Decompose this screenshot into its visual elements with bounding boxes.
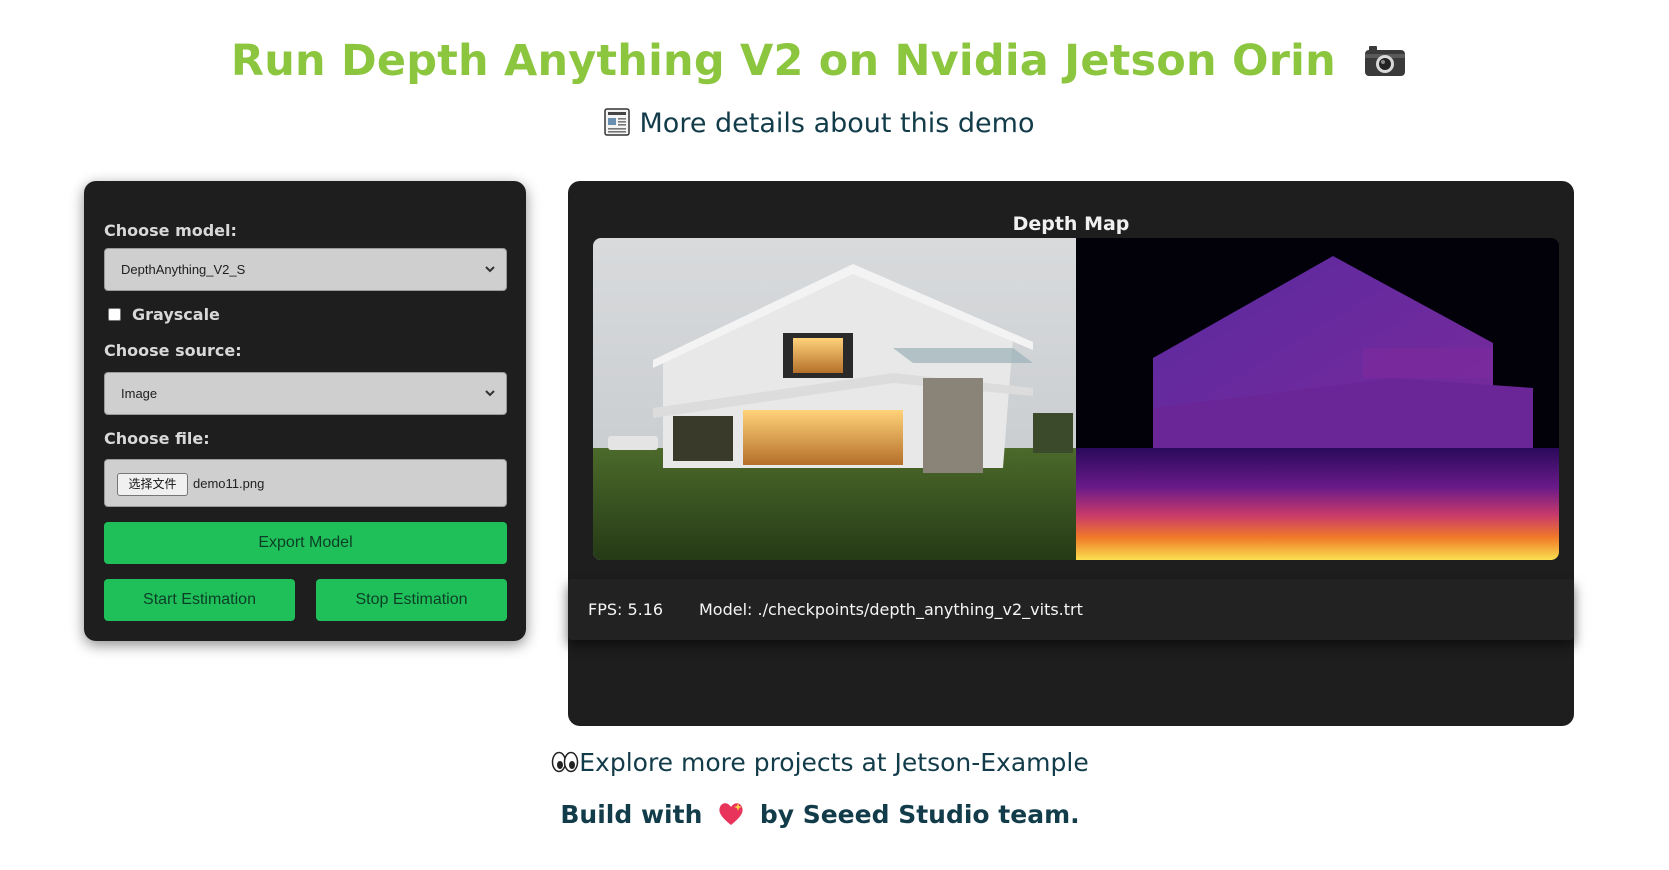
model-label: Choose model: xyxy=(104,221,237,240)
details-link[interactable]: More details about this demo xyxy=(0,108,1638,143)
file-label: Choose file: xyxy=(104,429,210,448)
depth-map-title: Depth Map xyxy=(1012,213,1130,235)
depth-viewer: Depth Map FPS: 5.16 Model: ./checkpoints… xyxy=(568,181,1574,726)
source-select[interactable]: Image xyxy=(104,372,507,415)
model-select[interactable]: DepthAnything_V2_S xyxy=(104,248,507,291)
depth-output-image xyxy=(593,238,1559,560)
source-select-value: Image xyxy=(121,386,158,401)
details-link-text[interactable]: More details about this demo xyxy=(640,108,1035,139)
camera-icon xyxy=(1363,39,1407,89)
model-path: Model: ./checkpoints/depth_anything_v2_v… xyxy=(699,600,1083,619)
explore-link-text[interactable]: Explore more projects at Jetson-Example xyxy=(579,748,1088,777)
grayscale-label: Grayscale xyxy=(132,305,220,324)
credits-prefix: Build with xyxy=(560,800,703,829)
model-select-value: DepthAnything_V2_S xyxy=(121,262,246,277)
fps-readout: FPS: 5.16 xyxy=(588,600,664,619)
newspaper-icon xyxy=(603,108,630,143)
source-label: Choose source: xyxy=(104,341,242,360)
control-panel: Choose model: DepthAnything_V2_S Graysca… xyxy=(84,181,526,641)
chevron-down-icon xyxy=(485,266,495,273)
choose-file-button[interactable]: 选择文件 xyxy=(117,473,188,496)
start-estimation-button[interactable]: Start Estimation xyxy=(104,579,295,621)
credits-suffix: by Seeed Studio team. xyxy=(759,800,1080,829)
page-title: Run Depth Anything V2 on Nvidia Jetson O… xyxy=(0,36,1638,89)
page-title-text: Run Depth Anything V2 on Nvidia Jetson O… xyxy=(230,36,1336,86)
chevron-down-icon xyxy=(485,390,495,397)
file-input[interactable]: 选择文件 demo11.png xyxy=(104,459,507,507)
grayscale-checkbox[interactable] xyxy=(108,308,121,321)
file-name: demo11.png xyxy=(193,476,265,491)
status-bar: FPS: 5.16 Model: ./checkpoints/depth_any… xyxy=(568,579,1574,640)
eyes-icon xyxy=(551,750,579,780)
explore-link[interactable]: Explore more projects at Jetson-Example xyxy=(0,748,1640,780)
credits: Build with by Seeed Studio team. xyxy=(0,800,1640,833)
sparkling-heart-icon xyxy=(717,801,745,833)
stop-estimation-button[interactable]: Stop Estimation xyxy=(316,579,507,621)
export-model-button[interactable]: Export Model xyxy=(104,522,507,564)
